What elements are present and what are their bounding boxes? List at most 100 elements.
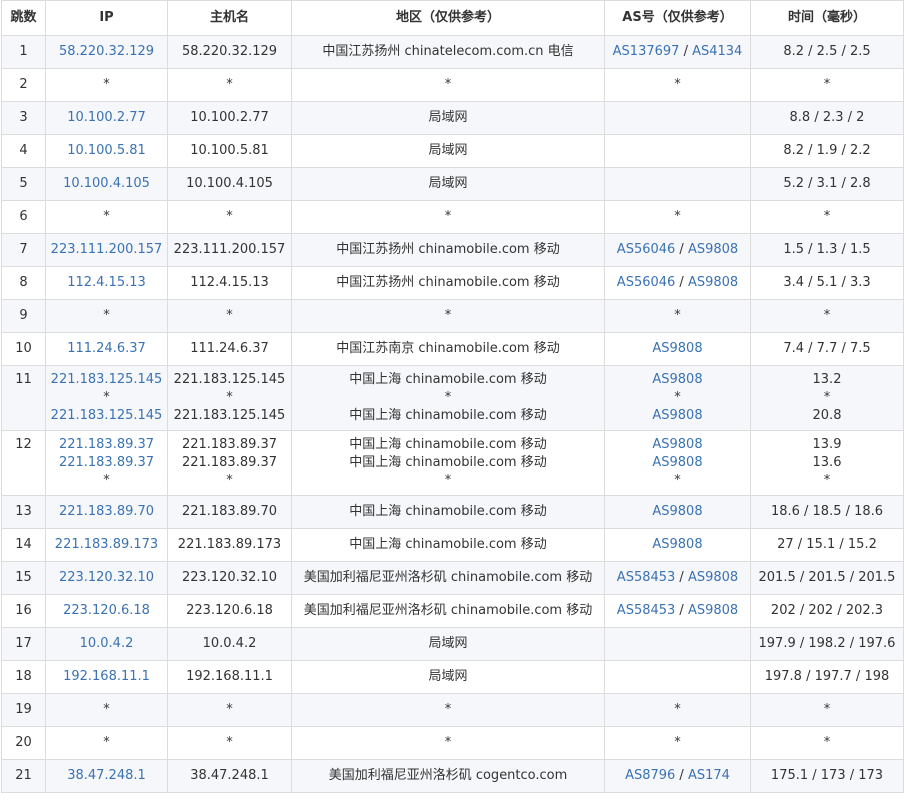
ip-link[interactable]: 111.24.6.37 bbox=[67, 341, 146, 356]
as-link[interactable]: AS9808 bbox=[688, 603, 738, 618]
table-row: 11 221.183.125.145 * 221.183.125.145 221.183… bbox=[1, 365, 904, 431]
latency-value: 197.8 / 197.7 / 198 bbox=[764, 669, 890, 684]
hostname: 221.183.125.145 bbox=[173, 372, 286, 387]
hostname: 10.100.2.77 bbox=[190, 110, 269, 125]
hop-number: 18 bbox=[15, 669, 32, 684]
as-link[interactable]: AS9808 bbox=[652, 537, 702, 552]
ip-link[interactable]: 223.120.32.10 bbox=[59, 570, 154, 585]
ip-link[interactable]: 10.100.4.105 bbox=[63, 176, 150, 191]
hop-number: 6 bbox=[19, 209, 28, 224]
hostname: 223.120.6.18 bbox=[186, 603, 273, 618]
hostname: 38.47.248.1 bbox=[190, 768, 269, 783]
region-text: 局域网 bbox=[428, 669, 468, 684]
region-cell: 美国加利福尼亚州洛杉矶 cogentco.com bbox=[291, 759, 605, 793]
ip-link[interactable]: 10.100.5.81 bbox=[67, 143, 146, 158]
latency-value: 13.2 bbox=[812, 372, 842, 387]
hop-number: 13 bbox=[15, 504, 32, 519]
region-cell: 中国江苏南京 chinamobile.com 移动 bbox=[291, 332, 605, 366]
ip-link[interactable]: 38.47.248.1 bbox=[67, 768, 146, 783]
as-link[interactable]: AS8796 bbox=[625, 768, 675, 783]
table-row: 4 10.100.5.81 10.100.5.81 局域网 8.2 / 1.9 / 2.… bbox=[1, 134, 904, 168]
as-link[interactable]: AS9808 bbox=[652, 341, 702, 356]
as-link[interactable]: AS9808 bbox=[652, 504, 702, 519]
ip-link[interactable]: 221.183.125.145 bbox=[51, 372, 163, 387]
as-link[interactable]: AS58453 bbox=[617, 570, 676, 585]
ip-link[interactable]: 223.120.6.18 bbox=[63, 603, 150, 618]
as-separator: / bbox=[675, 768, 688, 783]
as-link[interactable]: AS174 bbox=[688, 768, 730, 783]
as-link[interactable]: AS4134 bbox=[692, 44, 742, 59]
as-link[interactable]: AS56046 bbox=[617, 242, 676, 257]
time-cell: * bbox=[750, 693, 904, 727]
as-link[interactable]: AS9808 bbox=[652, 372, 702, 387]
hop-cell: 16 bbox=[1, 594, 46, 628]
as-link[interactable]: AS9808 bbox=[688, 570, 738, 585]
region-cell: 中国上海 chinamobile.com 移动 bbox=[291, 495, 605, 529]
as-separator: / bbox=[679, 44, 693, 59]
host-cell: 223.111.200.157 bbox=[167, 233, 292, 267]
as-link[interactable]: AS56046 bbox=[617, 275, 676, 290]
region-cell: 局域网 bbox=[291, 134, 605, 168]
host-cell: 38.47.248.1 bbox=[167, 759, 292, 793]
ip-link[interactable]: 221.183.89.70 bbox=[59, 504, 154, 519]
hop-number: 10 bbox=[15, 341, 32, 356]
hostname: 223.120.32.10 bbox=[181, 570, 278, 585]
region-cell: 中国江苏扬州 chinamobile.com 移动 bbox=[291, 233, 605, 267]
region-text: 中国江苏扬州 chinatelecom.com.cn 电信 bbox=[322, 44, 574, 59]
as-cell: AS9808 bbox=[604, 495, 751, 529]
as-link[interactable]: AS9808 bbox=[652, 408, 702, 423]
hop-number: 7 bbox=[19, 242, 28, 257]
ip-cell: 58.220.32.129 bbox=[45, 35, 168, 69]
hostname: * bbox=[226, 473, 233, 488]
region-text: 中国上海 chinamobile.com 移动 bbox=[349, 437, 547, 452]
header-region: 地区（仅供参考） bbox=[291, 0, 605, 36]
region-cell: * bbox=[291, 200, 605, 234]
as-placeholder: * bbox=[674, 390, 681, 405]
hop-number: 16 bbox=[15, 603, 32, 618]
hop-number: 15 bbox=[15, 570, 32, 585]
hop-cell: 1 bbox=[1, 35, 46, 69]
ip-cell: 221.183.89.173 bbox=[45, 528, 168, 562]
hostname: 112.4.15.13 bbox=[190, 275, 269, 290]
ip-link[interactable]: 10.0.4.2 bbox=[80, 636, 134, 651]
as-placeholder: * bbox=[674, 308, 681, 323]
region-text: 美国加利福尼亚州洛杉矶 chinamobile.com 移动 bbox=[303, 570, 593, 585]
region-text: * bbox=[444, 702, 452, 717]
ip-link[interactable]: 58.220.32.129 bbox=[59, 44, 154, 59]
time-cell: 3.4 / 5.1 / 3.3 bbox=[750, 266, 904, 300]
hostname: 10.100.4.105 bbox=[186, 176, 273, 191]
as-link[interactable]: AS9808 bbox=[652, 437, 702, 452]
ip-link[interactable]: 223.111.200.157 bbox=[51, 242, 163, 257]
region-cell: 中国上海 chinamobile.com 移动 bbox=[291, 528, 605, 562]
hostname: 221.183.89.37 bbox=[181, 455, 278, 470]
ip-link[interactable]: 221.183.89.173 bbox=[55, 537, 158, 552]
region-cell: 局域网 bbox=[291, 101, 605, 135]
time-cell: 13.9 13.6 * bbox=[750, 430, 904, 496]
table-row: 19 * * * * * bbox=[1, 693, 904, 727]
table-row: 16 223.120.6.18 223.120.6.18 美国加利福尼亚州洛杉矶 ch… bbox=[1, 594, 904, 628]
as-link[interactable]: AS9808 bbox=[688, 242, 738, 257]
ip-link[interactable]: 221.183.89.37 bbox=[59, 455, 154, 470]
ip-link[interactable]: 10.100.2.77 bbox=[67, 110, 146, 125]
ip-link[interactable]: 221.183.125.145 bbox=[51, 408, 163, 423]
time-cell: 1.5 / 1.3 / 1.5 bbox=[750, 233, 904, 267]
hostname: 221.183.125.145 bbox=[173, 408, 286, 423]
latency-value: 3.4 / 5.1 / 3.3 bbox=[783, 275, 871, 290]
ip-link[interactable]: 112.4.15.13 bbox=[67, 275, 146, 290]
as-cell: AS8796 / AS174 bbox=[604, 759, 751, 793]
ip-cell: * bbox=[45, 726, 168, 760]
as-link[interactable]: AS9808 bbox=[652, 455, 702, 470]
host-cell: * bbox=[167, 68, 292, 102]
host-cell: 10.0.4.2 bbox=[167, 627, 292, 661]
ip-link[interactable]: 192.168.11.1 bbox=[63, 669, 150, 684]
as-link[interactable]: AS9808 bbox=[688, 275, 738, 290]
as-link[interactable]: AS137697 bbox=[613, 44, 680, 59]
ip-cell: 111.24.6.37 bbox=[45, 332, 168, 366]
as-separator: / bbox=[675, 570, 688, 585]
as-cell: AS9808 bbox=[604, 332, 751, 366]
table-row: 21 38.47.248.1 38.47.248.1 美国加利福尼亚州洛杉矶 coge… bbox=[1, 759, 904, 793]
ip-link[interactable]: 221.183.89.37 bbox=[59, 437, 154, 452]
as-link[interactable]: AS58453 bbox=[617, 603, 676, 618]
region-cell: * bbox=[291, 299, 605, 333]
region-cell: 美国加利福尼亚州洛杉矶 chinamobile.com 移动 bbox=[291, 561, 605, 595]
